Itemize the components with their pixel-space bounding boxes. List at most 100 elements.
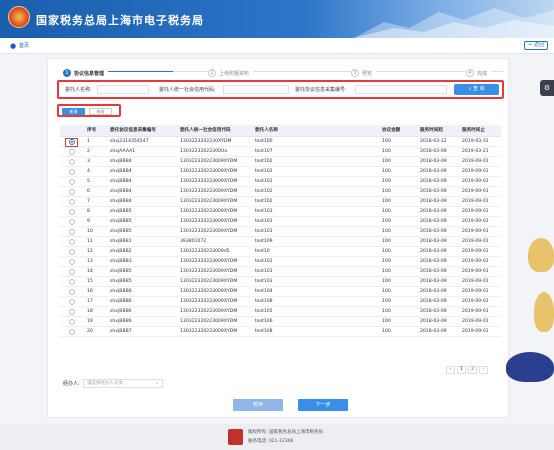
cell-start-date: 2018-03-09 xyxy=(420,329,447,334)
cell-client-name: test102 xyxy=(255,189,273,194)
cell-start-date: 2018-03-09 xyxy=(420,219,447,224)
step-1-label: 协议信息管理 xyxy=(74,70,105,77)
table-row[interactable]: 13 shxjBBB3 130322320223009XYDM test102 100 2… xyxy=(60,257,501,267)
cell-agreement-no: shxjBBB6 xyxy=(110,319,132,324)
row-radio[interactable] xyxy=(69,259,75,265)
cell-client-code: 130322320223009XYDM xyxy=(180,319,238,324)
footer-emblem-logo xyxy=(228,429,243,445)
table-row[interactable]: 15 shxjBBB5 130322320223009XYDM test103 100 2… xyxy=(60,277,501,287)
row-radio[interactable] xyxy=(69,319,75,325)
step-4: 4 完成 xyxy=(466,67,492,79)
agreement-no-input[interactable] xyxy=(355,85,447,94)
cell-index: 17 xyxy=(87,299,93,304)
row-radio[interactable] xyxy=(69,209,75,215)
cell-end-date: 2019-09-01 xyxy=(462,169,489,174)
cell-agreement-no: shxjAAAA1 xyxy=(110,149,136,154)
table-row[interactable]: 20 shxjBBB7 130322320223009XYDM test108 100 2… xyxy=(60,327,501,337)
cell-index: 4 xyxy=(87,169,90,174)
cell-start-date: 2018-03-09 xyxy=(420,229,447,234)
row-radio[interactable] xyxy=(69,159,75,165)
pager-page-2[interactable]: 2 xyxy=(468,366,477,374)
row-radio[interactable] xyxy=(69,229,75,235)
table-row[interactable]: 17 shxjBBB6 130322320223009XYDM test108 100 2… xyxy=(60,297,501,307)
row-radio[interactable] xyxy=(69,169,75,175)
main-content-panel: 1 协议信息管理 2 上传附报资料 3 预览 4 完成 委托人名称: 委托人统一… xyxy=(47,58,509,418)
save-draft-button[interactable]: 暂存 xyxy=(233,399,283,411)
cell-end-date: 2019-09-01 xyxy=(462,239,489,244)
cell-client-name: test109 xyxy=(255,239,273,244)
row-radio[interactable] xyxy=(69,189,75,195)
cell-start-date: 2018-03-09 xyxy=(420,149,447,154)
table-row[interactable]: 14 shxjBBB5 130322320223009XYDM test103 100 2… xyxy=(60,267,501,277)
table-row[interactable]: 10 shxjBBB5 130322320223009XYDM test103 100 2… xyxy=(60,227,501,237)
cell-client-name: test103 xyxy=(255,209,273,214)
row-radio[interactable] xyxy=(69,329,75,335)
row-radio[interactable] xyxy=(69,279,75,285)
col-header-start-date: 服务时间起 xyxy=(420,128,443,133)
cell-client-name: test102 xyxy=(255,169,273,174)
row-radio[interactable] xyxy=(69,199,75,205)
cell-agreement-no: shxjBBB4 xyxy=(110,169,132,174)
table-row[interactable]: 11 shxjBBB1 393801072 test109 100 2018-03-09 2… xyxy=(60,237,501,247)
row-radio[interactable] xyxy=(69,219,75,225)
side-tool-widget[interactable]: ⚙ xyxy=(540,80,554,96)
table-row[interactable]: 9 shxjBBB5 130322320223009XYDM test103 100 20… xyxy=(60,217,501,227)
table-row[interactable]: 8 shxjBBB5 130322320223009XYDM test103 100 20… xyxy=(60,207,501,217)
table-row[interactable]: 4 shxjBBB4 130322320223009XYDM test102 100 20… xyxy=(60,167,501,177)
cell-agreement-no: shxjBBB5 xyxy=(110,219,132,224)
client-code-input[interactable] xyxy=(223,85,289,94)
cell-start-date: 2018-03-09 xyxy=(420,279,447,284)
table-row[interactable]: 3 shxjBBB4 130322320223009XYDM test102 100 20… xyxy=(60,157,501,167)
search-icon: ⌕ xyxy=(468,86,472,92)
table-row[interactable]: 1 shxj2314354547 1303223202230XYDM test100 1… xyxy=(60,137,501,147)
cell-amount: 100 xyxy=(382,329,391,334)
table-row[interactable]: 5 shxjBBB4 130322320223009XYDM test102 100 20… xyxy=(60,177,501,187)
cell-amount: 100 xyxy=(382,239,391,244)
row-radio[interactable] xyxy=(69,249,75,255)
mascot-decoration-3 xyxy=(506,352,554,382)
table-row[interactable]: 6 shxjBBB4 130322320223009XYDM test102 100 20… xyxy=(60,187,501,197)
back-button[interactable]: ↩ 返回 xyxy=(524,41,548,50)
row-radio[interactable] xyxy=(69,239,75,245)
cell-amount: 100 xyxy=(382,249,391,254)
cell-client-name: test103 xyxy=(255,219,273,224)
row-radio[interactable] xyxy=(69,309,75,315)
pager-page-1[interactable]: 1 xyxy=(457,366,466,374)
client-name-input[interactable] xyxy=(97,85,149,94)
table-row[interactable]: 16 shxjBBB6 130322320223009XYDM test104 100 2… xyxy=(60,287,501,297)
cell-start-date: 2018-03-09 xyxy=(420,319,447,324)
cell-client-code: 130322320223009XYDM xyxy=(180,289,238,294)
row-radio[interactable] xyxy=(69,269,75,275)
selected-row-highlight xyxy=(65,138,78,147)
agent-select[interactable]: 请选择经办人员类 ⌄ xyxy=(83,379,163,388)
table-row[interactable]: 7 shxjBBB4 130322320223009XYDM test102 100 20… xyxy=(60,197,501,207)
cell-end-date: 2019-09-01 xyxy=(462,279,489,284)
table-row[interactable]: 2 shxjAAAA1 13032232022300Ua test107 100 2018… xyxy=(60,147,501,157)
cell-agreement-no: shxjBBB3 xyxy=(110,259,132,264)
site-title: 国家税务总局上海市电子税务局 xyxy=(36,14,204,27)
next-step-button[interactable]: 下一步 xyxy=(298,399,348,411)
col-header-index: 序号 xyxy=(87,128,97,133)
table-row[interactable]: 18 shxjBBB6 130322320223009XYDM test105 100 2… xyxy=(60,307,501,317)
add-button[interactable]: 新增 xyxy=(62,108,85,115)
row-radio[interactable] xyxy=(69,149,75,155)
table-row[interactable]: 12 shxjBBB2 130322320223009d5 test10 100 2018… xyxy=(60,247,501,257)
edit-button[interactable]: 修改 xyxy=(89,108,112,115)
cell-agreement-no: shxj2314354547 xyxy=(110,139,149,144)
cell-end-date: 2019-09-01 xyxy=(462,189,489,194)
breadcrumb-home-link[interactable]: 首页 xyxy=(19,42,29,50)
cell-index: 18 xyxy=(87,309,93,314)
cell-end-date: 2019-09-01 xyxy=(462,269,489,274)
pager-next-button[interactable]: › xyxy=(479,366,488,374)
cell-index: 7 xyxy=(87,199,90,204)
table-row[interactable]: 19 shxjBBB6 130322320223009XYDM test106 100 2… xyxy=(60,317,501,327)
pager-prev-button[interactable]: ‹ xyxy=(446,366,455,374)
row-radio[interactable] xyxy=(69,299,75,305)
search-button[interactable]: ⌕ 查 询 xyxy=(454,84,499,95)
cell-agreement-no: shxjBBB1 xyxy=(110,239,132,244)
row-radio[interactable] xyxy=(69,179,75,185)
cell-start-date: 2018-03-09 xyxy=(420,169,447,174)
cell-start-date: 2018-03-09 xyxy=(420,179,447,184)
row-radio[interactable] xyxy=(69,289,75,295)
cell-start-date: 2018-03-09 xyxy=(420,249,447,254)
